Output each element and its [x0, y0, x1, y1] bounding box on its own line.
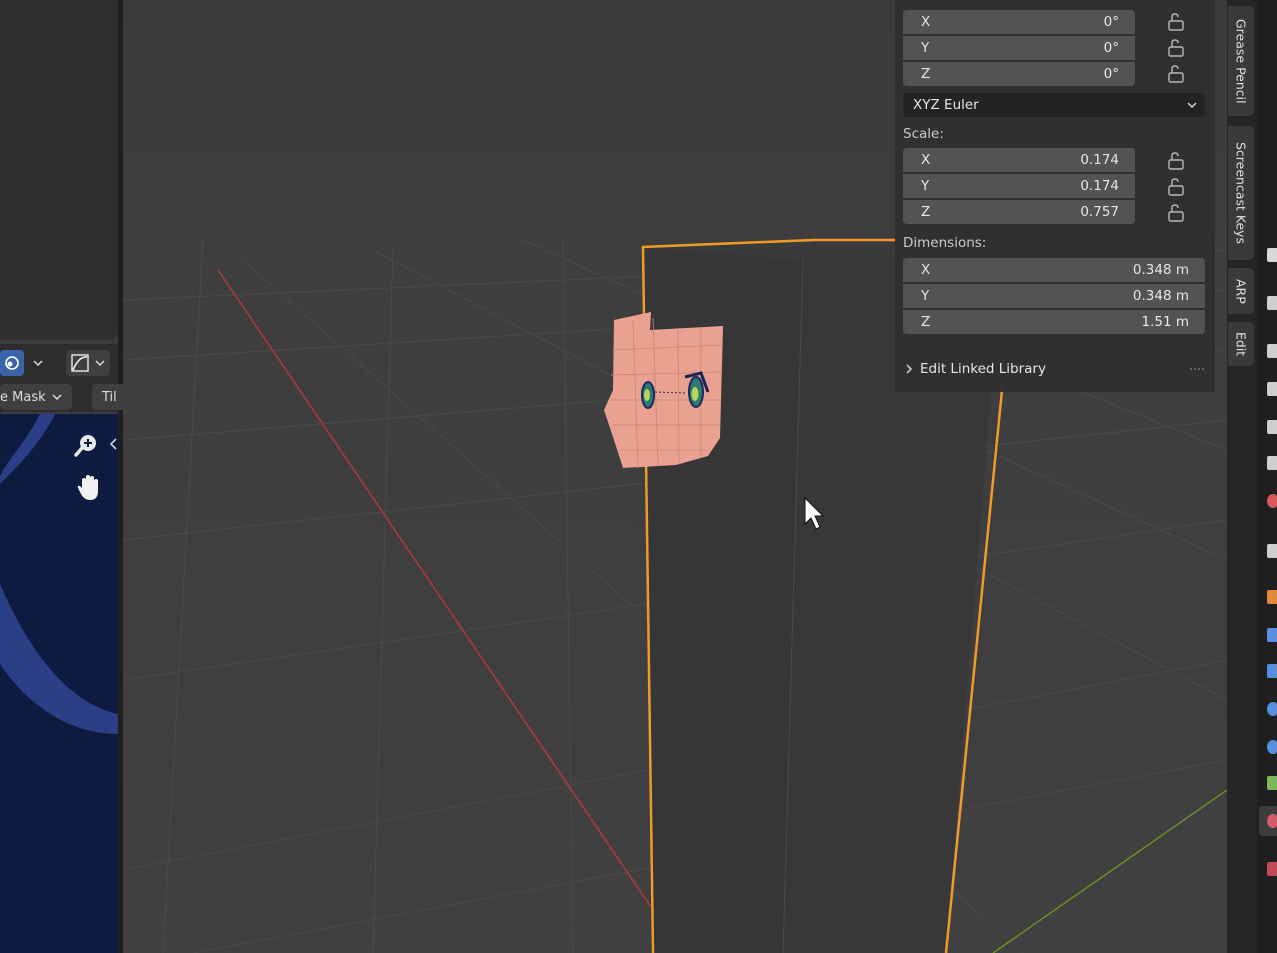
rotation-x-field[interactable]: X 0°	[903, 10, 1135, 34]
lock-open-icon[interactable]	[1167, 39, 1187, 57]
world-icon[interactable]	[1267, 456, 1277, 470]
hand-icon[interactable]	[76, 474, 102, 502]
lock-open-icon[interactable]	[1167, 13, 1187, 31]
tab-arp[interactable]: ARP	[1228, 268, 1254, 314]
rotation-y-value: 0°	[1103, 40, 1119, 56]
scale-y-value: 0.174	[1080, 178, 1119, 194]
tab-grease-pencil-label: Grease Pencil	[1233, 18, 1249, 104]
scene-icon[interactable]	[1267, 420, 1277, 434]
scale-z-label: Z	[921, 204, 931, 220]
constraints-icon[interactable]	[1267, 740, 1277, 754]
rotation-y-field[interactable]: Y 0°	[903, 36, 1135, 60]
tab-screencast-keys[interactable]: Screencast Keys	[1228, 126, 1254, 260]
data-icon[interactable]	[1267, 776, 1277, 790]
chevron-right-icon	[906, 364, 913, 374]
mask-dropdown-label: e Mask	[0, 389, 46, 405]
dimensions-z-label: Z	[921, 314, 931, 330]
collection-icon[interactable]	[1267, 494, 1277, 508]
chevron-down-icon	[33, 360, 43, 367]
particles-icon[interactable]	[1267, 664, 1277, 678]
mask-dropdown[interactable]: e Mask	[0, 384, 72, 410]
dimensions-z-field[interactable]: Z 1.51 m	[903, 310, 1205, 334]
output-icon[interactable]	[1267, 344, 1277, 358]
zoom-icon[interactable]	[74, 432, 102, 460]
overlay-icon	[5, 356, 19, 370]
rotation-x-label: X	[921, 14, 931, 30]
rotation-mode-value: XYZ Euler	[913, 97, 979, 113]
object-icon[interactable]	[1267, 590, 1277, 604]
tab-grease-pencil[interactable]: Grease Pencil	[1228, 6, 1254, 116]
scale-y-field[interactable]: Y 0.174	[903, 174, 1135, 198]
scale-z-field[interactable]: Z 0.757	[903, 200, 1135, 224]
scale-y-label: Y	[921, 178, 930, 194]
view-layer-icon[interactable]	[1267, 382, 1277, 396]
lock-open-icon[interactable]	[1167, 204, 1187, 222]
lock-open-icon[interactable]	[1167, 65, 1187, 83]
chevron-down-icon	[52, 394, 62, 401]
texture-icon[interactable]	[1267, 544, 1277, 558]
curve-preset-button[interactable]	[66, 350, 110, 376]
brush-mode-button[interactable]	[0, 350, 24, 376]
scale-x-value: 0.174	[1080, 152, 1119, 168]
dimensions-x-label: X	[921, 262, 931, 278]
scale-z-value: 0.757	[1080, 204, 1119, 220]
face-mesh-object[interactable]	[604, 312, 723, 469]
tab-arp-label: ARP	[1233, 278, 1249, 304]
dimensions-y-label: Y	[921, 288, 930, 304]
curve-icon	[71, 354, 89, 372]
scale-section-label: Scale:	[903, 126, 944, 142]
left-editor-header: e Mask Til	[0, 344, 128, 412]
chevron-down-icon	[95, 360, 105, 367]
properties-tab-column	[1257, 0, 1277, 953]
dimensions-y-field[interactable]: Y 0.348 m	[903, 284, 1205, 308]
rotation-z-value: 0°	[1103, 66, 1119, 82]
rotation-mode-select[interactable]: XYZ Euler	[903, 93, 1205, 117]
material-tab-active[interactable]	[1259, 806, 1277, 836]
dimensions-x-field[interactable]: X 0.348 m	[903, 258, 1205, 282]
lock-open-icon[interactable]	[1167, 152, 1187, 170]
chevron-down-icon	[1187, 102, 1197, 109]
material-icon	[1267, 814, 1277, 828]
rotation-x-value: 0°	[1103, 14, 1119, 30]
drag-handle-icon[interactable]	[1189, 366, 1205, 372]
render-icon[interactable]	[1267, 296, 1277, 310]
rotation-z-field[interactable]: Z 0°	[903, 62, 1135, 86]
dimensions-z-value: 1.51 m	[1141, 314, 1189, 330]
dimensions-y-value: 0.348 m	[1132, 288, 1189, 304]
checker-icon[interactable]	[1267, 862, 1277, 876]
scale-x-label: X	[921, 152, 931, 168]
dimensions-section-label: Dimensions:	[903, 235, 987, 251]
dimensions-x-value: 0.348 m	[1132, 262, 1189, 278]
tab-screencast-keys-label: Screencast Keys	[1233, 141, 1249, 245]
tile-button-label: Til	[102, 389, 117, 405]
physics-icon[interactable]	[1267, 702, 1277, 716]
rotation-z-label: Z	[921, 66, 931, 82]
brush-mode-dropdown[interactable]	[27, 350, 49, 376]
tab-edit-label: Edit	[1233, 331, 1249, 357]
transform-panel: X 0° Y 0° Z 0° XYZ Euler Scale: X 0.174 …	[895, 0, 1215, 392]
sidebar-tab-strip: Grease Pencil Screencast Keys ARP Edit	[1227, 0, 1257, 953]
modifier-icon[interactable]	[1267, 628, 1277, 642]
lock-open-icon[interactable]	[1167, 178, 1187, 196]
tab-edit[interactable]: Edit	[1228, 322, 1254, 366]
image-editor-canvas[interactable]	[0, 414, 118, 953]
edit-linked-library-panel[interactable]: Edit Linked Library	[903, 358, 1205, 380]
left-editor-area	[0, 0, 118, 340]
tool-icon[interactable]	[1267, 248, 1277, 262]
rotation-y-label: Y	[921, 40, 930, 56]
scale-x-field[interactable]: X 0.174	[903, 148, 1135, 172]
edit-linked-library-label: Edit Linked Library	[920, 361, 1046, 377]
collapse-arrow-icon[interactable]	[108, 436, 118, 452]
